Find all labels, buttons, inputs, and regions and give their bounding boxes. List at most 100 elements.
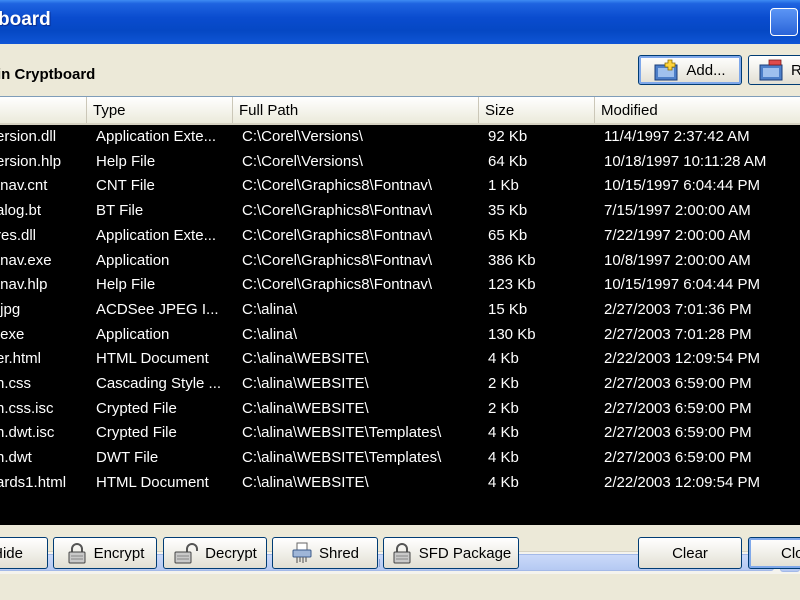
remove-button[interactable]: Re: [748, 55, 800, 85]
cell-type: Application: [96, 325, 170, 343]
cell-modified: 2/27/2003 6:59:00 PM: [604, 449, 752, 467]
encrypt-button[interactable]: Encrypt: [53, 537, 157, 569]
column-header-size[interactable]: Size: [478, 97, 594, 123]
cell-modified: 10/18/1997 10:11:28 AM: [604, 152, 767, 170]
list-header: Type Full Path Size Modified: [0, 97, 800, 125]
cell-size: 15 Kb: [488, 300, 528, 318]
shred-button-label: Shred: [318, 544, 360, 562]
cell-modified: 7/22/1997 2:00:00 AM: [604, 226, 751, 244]
lock-icon: [68, 543, 86, 564]
cell-path: C:\Corel\Graphics8\Fontnav\: [242, 226, 433, 244]
cell-path: C:\alina\: [242, 325, 298, 343]
cell-name: er.html: [0, 350, 42, 368]
table-row[interactable]: .exe Application C:\alina\ 130 Kb 2/27/2003 …: [0, 324, 800, 349]
sfd-package-button[interactable]: SFD Package: [383, 537, 519, 569]
decrypt-button-label: Decrypt: [205, 544, 257, 562]
cell-type: Help File: [96, 276, 156, 294]
cell-modified: 2/27/2003 7:01:28 PM: [604, 325, 752, 343]
hide-button-label: Hide: [0, 544, 23, 562]
column-header-modified[interactable]: Modified: [594, 97, 800, 123]
main-window: in Cryptboard Add... Re Type Full Path S…: [0, 44, 800, 600]
cell-modified: 2/27/2003 7:01:36 PM: [604, 300, 752, 318]
column-header-name[interactable]: [0, 97, 86, 123]
cell-name: alog.bt: [0, 202, 42, 220]
shred-button[interactable]: Shred: [272, 537, 378, 569]
cell-path: C:\alina\WEBSITE\Templates\: [242, 449, 442, 467]
clear-button-label: Clear: [672, 544, 708, 562]
table-row[interactable]: .jpg ACDSee JPEG I... C:\alina\ 15 Kb 2/27/2…: [0, 299, 800, 324]
cell-path: C:\Corel\Graphics8\Fontnav\: [242, 276, 433, 294]
cell-name: .exe: [0, 325, 25, 343]
cell-type: Application: [96, 251, 170, 269]
table-row[interactable]: alog.bt BT File C:\Corel\Graphics8\Fontnav…: [0, 200, 800, 225]
cell-size: 123 Kb: [488, 276, 536, 294]
table-row[interactable]: tnav.cnt CNT File C:\Corel\Graphics8\Fontn…: [0, 175, 800, 200]
sfd-package-button-label: SFD Package: [418, 544, 512, 562]
cell-type: Help File: [96, 152, 156, 170]
cell-size: 2 Kb: [488, 375, 519, 392]
table-row[interactable]: ersion.dll Application Exte... C:\Corel\Ve…: [0, 126, 800, 151]
cell-path: C:\alina\WEBSITE\: [242, 375, 369, 392]
cell-type: Application Exte...: [96, 128, 217, 145]
cell-size: 92 Kb: [488, 128, 528, 145]
cell-name: ersion.hlp: [0, 152, 62, 170]
table-row[interactable]: n.dwt.isc Crypted File C:\alina\WEBSITE\Te…: [0, 422, 800, 447]
cell-path: C:\alina\WEBSITE\: [242, 399, 369, 417]
cell-modified: 10/15/1997 6:04:44 PM: [604, 276, 760, 294]
cell-modified: 7/15/1997 2:00:00 AM: [604, 202, 751, 220]
cell-type: HTML Document: [96, 473, 209, 491]
table-row[interactable]: n.css.isc Crypted File C:\alina\WEBSITE\ 2 …: [0, 398, 800, 423]
hide-button[interactable]: Hide: [0, 537, 48, 569]
cell-modified: 2/27/2003 6:59:00 PM: [604, 399, 752, 417]
cell-size: 386 Kb: [488, 251, 536, 269]
table-row[interactable]: er.html HTML Document C:\alina\WEBSITE\ 4 K…: [0, 348, 800, 373]
table-row[interactable]: n.dwt DWT File C:\alina\WEBSITE\Templates\…: [0, 447, 800, 472]
title-bar[interactable]: board: [0, 0, 800, 44]
clear-button[interactable]: Clear: [638, 537, 742, 569]
cell-type: HTML Document: [96, 350, 209, 368]
table-row[interactable]: n.css Cascading Style ... C:\alina\WEBSITE…: [0, 373, 800, 398]
remove-button-label: Re: [791, 61, 800, 79]
cell-name: res.dll: [0, 226, 37, 244]
unlock-icon: [174, 543, 199, 564]
table-row[interactable]: tnav.hlp Help File C:\Corel\Graphics8\Font…: [0, 274, 800, 299]
minimize-button[interactable]: [770, 8, 798, 36]
cell-path: C:\alina\: [242, 300, 298, 318]
table-row[interactable]: ards1.html HTML Document C:\alina\WEBSITE\…: [0, 472, 800, 497]
cell-type: Application Exte...: [96, 226, 217, 244]
cell-type: Crypted File: [96, 424, 177, 442]
remove-icon: [759, 59, 783, 81]
cell-name: n.css.isc: [0, 399, 54, 417]
cell-name: n.dwt.isc: [0, 424, 55, 442]
cell-type: BT File: [96, 202, 144, 220]
column-header-path[interactable]: Full Path: [232, 97, 478, 123]
file-list[interactable]: Type Full Path Size Modified ersion.dll A…: [0, 96, 800, 574]
column-header-type[interactable]: Type: [86, 97, 232, 123]
table-row[interactable]: res.dll Application Exte... C:\Corel\Graph…: [0, 225, 800, 250]
cell-path: C:\alina\WEBSITE\: [242, 350, 369, 368]
cell-modified: 2/27/2003 6:59:00 PM: [604, 424, 752, 442]
decrypt-button[interactable]: Decrypt: [163, 537, 267, 569]
close-button-label: Clo: [781, 544, 800, 562]
add-icon: [654, 59, 678, 81]
cell-size: 4 Kb: [488, 449, 519, 467]
cell-size: 1 Kb: [488, 177, 519, 195]
cell-modified: 2/27/2003 6:59:00 PM: [604, 375, 752, 392]
cell-type: Crypted File: [96, 399, 177, 417]
cell-name: tnav.hlp: [0, 276, 48, 294]
table-row[interactable]: tnav.exe Application C:\Corel\Graphics8\Fo…: [0, 250, 800, 275]
encrypt-button-label: Encrypt: [93, 544, 145, 562]
list-rows: ersion.dll Application Exte... C:\Corel\Ve…: [0, 126, 800, 497]
add-button-label: Add...: [686, 61, 726, 79]
cell-size: 130 Kb: [488, 325, 536, 343]
cell-modified: 11/4/1997 2:37:42 AM: [604, 128, 750, 145]
cell-modified: 2/22/2003 12:09:54 PM: [604, 473, 760, 491]
close-button[interactable]: Clo: [748, 537, 800, 569]
cell-size: 4 Kb: [488, 473, 519, 491]
cell-name: tnav.exe: [0, 251, 52, 269]
cell-modified: 10/8/1997 2:00:00 AM: [604, 251, 751, 269]
table-row[interactable]: ersion.hlp Help File C:\Corel\Versions\ 64 …: [0, 151, 800, 176]
cell-size: 64 Kb: [488, 152, 528, 170]
cell-name: ards1.html: [0, 473, 67, 491]
add-button[interactable]: Add...: [638, 55, 742, 85]
